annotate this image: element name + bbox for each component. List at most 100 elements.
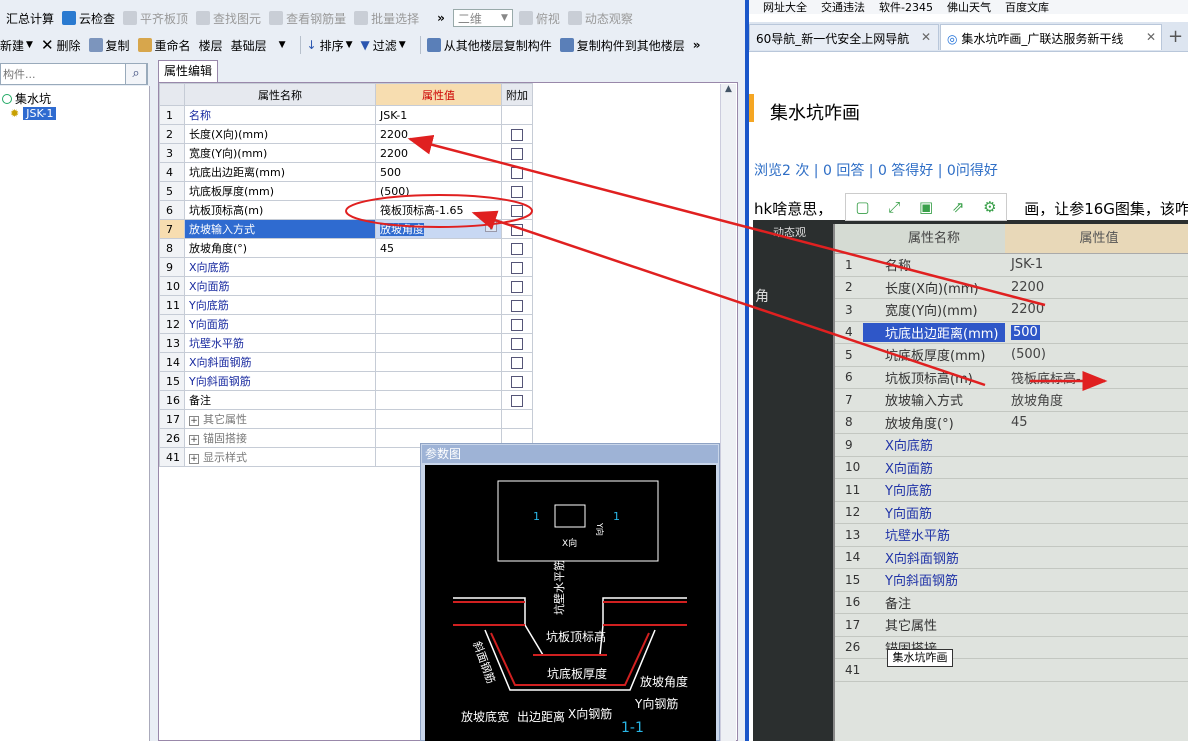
gear-icon[interactable]: ⚙ [983,198,996,216]
copy-from-floor-button[interactable]: 从其他楼层复制构件 [426,37,552,54]
floor-select[interactable]: 基础层 ▼ [231,37,286,54]
browser-tab-nav[interactable]: 60导航_新一代安全上网导航 [749,24,939,50]
table-row[interactable]: 8 放坡角度(°) 45 [159,238,533,258]
expand-icon[interactable]: ⤢ [888,198,900,216]
property-value-cell[interactable]: 筏板顶标高-1.65 [375,200,502,220]
extra-checkbox[interactable] [511,337,523,350]
expand-icon[interactable]: + [189,435,199,445]
extra-checkbox[interactable] [511,280,523,293]
toolbar2-overflow-button[interactable]: » [693,38,701,52]
photo-row-value: 45 [1011,414,1028,430]
table-row[interactable]: 15 Y向斜面钢筋 [159,371,533,391]
table-row[interactable]: 14 X向斜面钢筋 [159,352,533,372]
table-row[interactable]: 1 名称 JSK-1 [159,105,533,125]
summary-calc-button[interactable]: 汇总计算 [6,10,54,27]
find-element-button[interactable]: 查找图元 [196,10,261,27]
property-value-cell[interactable] [375,257,502,277]
extra-checkbox[interactable] [511,185,523,198]
table-row[interactable]: 7 放坡输入方式 放坡角度 ▼ [159,219,533,239]
browser-tab-active[interactable]: ◎ 集水坑咋画_广联达服务新干线 [940,24,1162,50]
property-value-cell[interactable] [375,352,502,372]
table-row[interactable]: 6 坑板顶标高(m) 筏板顶标高-1.65 [159,200,533,220]
property-value-cell[interactable]: 45 [375,238,502,258]
bookmark-item[interactable]: 百度文库 [1005,0,1049,14]
fit-icon[interactable]: ▢ [855,198,869,216]
table-row[interactable]: 4 坑底出边距离(mm) 500 [159,162,533,182]
toolbar-overflow-button[interactable]: » [437,11,445,25]
expand-icon[interactable]: + [189,454,199,464]
cloud-check-button[interactable]: 云检查 [62,10,115,27]
align-slab-top-button[interactable]: 平齐板顶 [123,10,188,27]
top-view-button[interactable]: 俯视 [518,10,560,27]
view-mode-select[interactable]: 二维 ▼ [452,9,513,27]
new-tab-button[interactable]: + [1168,26,1183,47]
extra-checkbox[interactable] [511,204,523,217]
table-row[interactable]: 12 Y向面筋 [159,314,533,334]
extra-checkbox[interactable] [511,242,523,255]
sort-button[interactable]: ↓ 排序 ▼ [307,37,353,54]
property-value-cell[interactable]: JSK-1 [375,105,502,125]
extra-cell [501,276,533,296]
bookmark-item[interactable]: 交通违法 [821,0,865,14]
scroll-up-arrow[interactable]: ▲ [721,84,736,98]
extra-checkbox[interactable] [511,128,523,141]
question-stats[interactable]: 浏览2 次 | 0 回答 | 0 答得好 | 0问得好 [754,160,998,180]
dynamic-view-button[interactable]: 动态观察 [567,10,633,27]
copy-button[interactable]: 复制 [88,37,130,54]
table-row[interactable]: 5 坑底板厚度(mm) (500) [159,181,533,201]
extra-checkbox[interactable] [511,261,523,274]
bookmark-item[interactable]: 网址大全 [763,0,807,14]
tree-child-item[interactable]: ✹ JSK-1 [10,107,57,120]
extra-checkbox[interactable] [511,223,523,236]
property-value-cell[interactable]: 放坡角度 ▼ [375,219,502,239]
table-row[interactable]: 2 长度(X向)(mm) 2200 [159,124,533,144]
rename-button[interactable]: 重命名 [137,37,191,54]
extra-checkbox[interactable] [511,318,523,331]
view-rebar-button[interactable]: 查看钢筋量 [269,10,346,27]
property-value-cell[interactable]: 2200 [375,143,502,163]
close-icon[interactable]: ✕ [921,30,931,44]
table-row[interactable]: 17 + 其它属性 [159,409,533,429]
property-scrollbar[interactable]: ▲ [720,84,736,741]
property-value-cell[interactable] [375,314,502,334]
table-row[interactable]: 11 Y向底筋 [159,295,533,315]
chevron-down-icon[interactable]: ▼ [484,221,497,232]
property-name: 长度(X向)(mm) [184,124,376,144]
tab-property-edit[interactable]: 属性编辑 [158,60,218,82]
property-value-cell[interactable] [375,333,502,353]
expand-icon[interactable]: + [189,416,199,426]
property-value-cell[interactable] [375,371,502,391]
bookmark-item[interactable]: 软件-2345 [879,0,933,14]
filter-button[interactable]: ▼ 过滤 ▼ [361,37,406,54]
property-value-cell[interactable]: 500 [375,162,502,182]
tree-root-item[interactable]: 集水坑 [2,90,51,107]
extra-checkbox[interactable] [511,166,523,179]
extra-checkbox[interactable] [511,375,523,388]
close-icon[interactable]: ✕ [1146,30,1156,44]
bookmark-item[interactable]: 佛山天气 [947,0,991,14]
new-button[interactable]: 新建 ▼ [0,37,33,54]
table-row[interactable]: 9 X向底筋 [159,257,533,277]
property-value-cell[interactable]: (500) [375,181,502,201]
property-value-cell[interactable] [375,276,502,296]
extra-checkbox[interactable] [511,147,523,160]
delete-button[interactable]: ✕ 删除 [41,36,81,54]
extra-checkbox[interactable] [511,356,523,369]
property-label: X向面筋 [189,280,230,293]
extra-cell [501,409,533,429]
extra-checkbox[interactable] [511,394,523,407]
copy-to-floor-button[interactable]: 复制构件到其他楼层 [559,37,685,54]
table-row[interactable]: 10 X向面筋 [159,276,533,296]
table-row[interactable]: 13 坑壁水平筋 [159,333,533,353]
extra-checkbox[interactable] [511,299,523,312]
property-value-cell[interactable]: 2200 [375,124,502,144]
property-value-cell[interactable] [375,409,502,429]
table-row[interactable]: 3 宽度(Y向)(mm) 2200 [159,143,533,163]
table-row[interactable]: 16 备注 [159,390,533,410]
save-icon[interactable]: ▣ [919,198,933,216]
batch-select-button[interactable]: 批量选择 [354,10,419,27]
property-value-cell[interactable] [375,390,502,410]
share-icon[interactable]: ⇗ [952,198,965,216]
property-value-cell[interactable] [375,295,502,315]
search-icon[interactable]: ⌕ [125,63,147,85]
